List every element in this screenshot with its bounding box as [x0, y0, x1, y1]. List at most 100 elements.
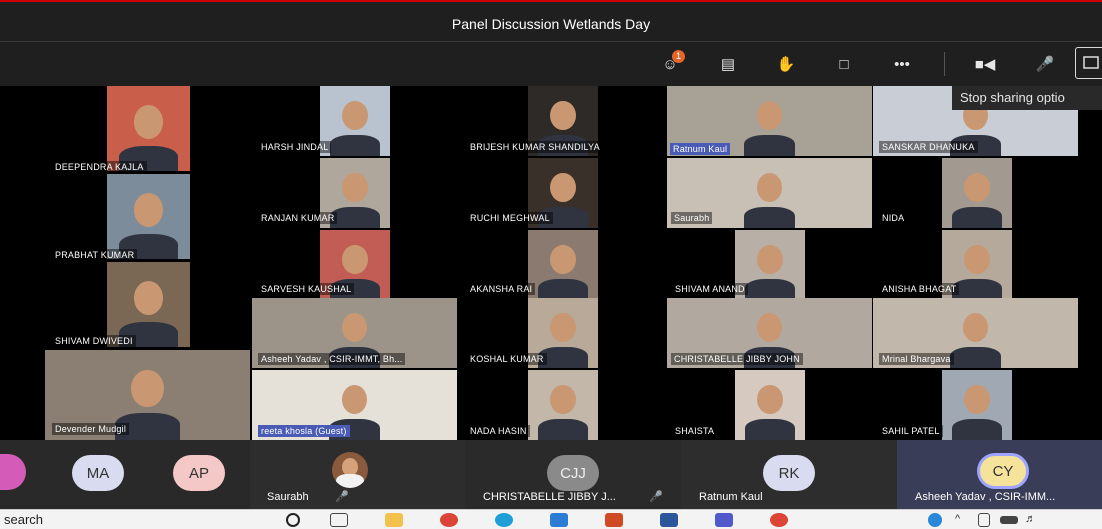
- participant-video[interactable]: [528, 230, 598, 300]
- participants-badge: 1: [672, 50, 685, 63]
- participant-name-tag: NIDA: [879, 212, 908, 224]
- participant-name-tag: RUCHI MEGHWAL: [467, 212, 553, 224]
- chrome-icon[interactable]: [440, 513, 458, 527]
- rooms-button[interactable]: □: [829, 50, 859, 78]
- avatar-ma[interactable]: MA: [72, 455, 124, 491]
- taskbar-search[interactable]: search: [4, 512, 43, 527]
- video-stage: DEEPENDRA KAJLA HARSH JINDAL BRIJESH KUMAR…: [0, 86, 1102, 440]
- mic-button[interactable]: 🎤: [1030, 50, 1060, 78]
- strip-name: Ratnum Kaul: [699, 491, 763, 503]
- participant-face: [341, 313, 368, 343]
- participant-name-tag: Saurabh: [671, 212, 713, 224]
- chrome-profile-icon[interactable]: [770, 513, 788, 527]
- participant-name-tag: SANSKAR DHANUKA: [879, 141, 978, 153]
- help-icon[interactable]: [928, 513, 942, 527]
- participant-strip: MA AP Saurabh 🎤 CJJ CHRISTABELLE JIBBY J…: [0, 440, 1102, 509]
- participants-button[interactable]: ☺ 1: [655, 50, 685, 78]
- participant-face: [550, 313, 576, 343]
- avatar-partial[interactable]: [0, 454, 26, 490]
- participant-video[interactable]: [528, 370, 598, 440]
- camera-button[interactable]: ■◀: [970, 50, 1000, 78]
- avatar-ap[interactable]: AP: [173, 455, 225, 491]
- raise-hand-button[interactable]: ✋: [771, 50, 801, 78]
- file-explorer-icon[interactable]: [385, 513, 403, 527]
- strip-name: CHRISTABELLE JIBBY J...: [483, 491, 616, 503]
- participant-name-tag: HARSH JINDAL: [258, 141, 332, 153]
- meeting-title: Panel Discussion Wetlands Day: [451, 16, 651, 32]
- participant-face: [964, 173, 990, 203]
- participant-video[interactable]: [942, 370, 1012, 440]
- avatar-cjj: CJJ: [547, 455, 599, 491]
- powerpoint-icon[interactable]: [605, 513, 623, 527]
- participant-video[interactable]: [107, 174, 190, 259]
- battery-icon[interactable]: [1000, 516, 1018, 524]
- participant-face: [756, 101, 783, 131]
- participant-face: [550, 173, 576, 203]
- rooms-icon: □: [839, 55, 849, 73]
- participant-name-tag: SARVESH KAUSHAL: [258, 283, 355, 295]
- participant-name-tag: KOSHAL KUMAR: [467, 353, 547, 365]
- participant-name-tag: NADA HASIN: [467, 425, 530, 437]
- participant-face: [342, 101, 368, 131]
- participant-body: [744, 279, 796, 300]
- participant-name-tag: BRIJESH KUMAR SHANDILYA: [467, 141, 603, 153]
- network-icon[interactable]: [978, 513, 990, 527]
- participant-body: [329, 135, 381, 156]
- participant-face: [962, 313, 989, 343]
- participant-body: [744, 419, 796, 440]
- strip-cell-ratnum[interactable]: RK Ratnum Kaul: [681, 440, 897, 509]
- avatar-photo: [332, 452, 368, 488]
- camera-icon: ■◀: [974, 56, 996, 73]
- strip-cell-christabelle[interactable]: CJJ CHRISTABELLE JIBBY J... 🎤: [465, 440, 681, 509]
- strip-name: Asheeh Yadav , CSIR-IMM...: [915, 491, 1056, 503]
- participant-name-tag: AKANSHA RAI: [467, 283, 536, 295]
- mic-off-icon: 🎤: [649, 491, 663, 503]
- participant-name-tag: Asheeh Yadav , CSIR-IMMT, Bh...: [258, 353, 406, 365]
- teams-icon[interactable]: [715, 513, 733, 527]
- participant-face: [550, 101, 576, 131]
- participant-face: [133, 104, 164, 140]
- chat-button[interactable]: ▤: [713, 50, 743, 78]
- share-screen-icon: [1083, 56, 1099, 69]
- participant-video[interactable]: [735, 370, 805, 440]
- participant-name-tag: SHIVAM DWIVEDI: [52, 335, 136, 347]
- participant-name-tag: Ratnum Kaul: [670, 143, 731, 155]
- participant-name-tag: RANJAN KUMAR: [258, 212, 338, 224]
- chevron-up-icon[interactable]: ^: [955, 513, 973, 527]
- participant-face: [964, 245, 990, 275]
- cortana-icon[interactable]: [286, 513, 300, 527]
- mic-icon: 🎤: [1035, 56, 1055, 73]
- participant-video[interactable]: [942, 158, 1012, 228]
- participant-face: [131, 369, 164, 408]
- calendar-icon[interactable]: [550, 513, 568, 527]
- title-bar: Panel Discussion Wetlands Day: [0, 0, 1102, 42]
- strip-cell-saurabh[interactable]: Saurabh 🎤: [250, 440, 465, 509]
- participant-name-tag: PRABHAT KUMAR: [52, 249, 138, 261]
- participant-name-tag: SHAISTA: [672, 425, 718, 437]
- avatar-cy: CY: [977, 453, 1029, 489]
- participant-face: [757, 385, 783, 415]
- participant-body: [744, 207, 795, 228]
- meeting-toolbar: ☺ 1 ▤ ✋ □ ••• ■◀ 🎤: [0, 42, 1102, 86]
- participant-face: [550, 245, 576, 275]
- more-actions-button[interactable]: •••: [887, 50, 917, 78]
- participant-name-tag: Mrinal Bhargava: [879, 353, 954, 365]
- participant-face: [964, 385, 990, 415]
- hand-icon: ✋: [776, 56, 796, 73]
- task-view-icon[interactable]: [330, 513, 348, 527]
- strip-cell-asheeh[interactable]: CY Asheeh Yadav , CSIR-IMM...: [897, 440, 1102, 509]
- edge-icon[interactable]: [495, 513, 513, 527]
- toolbar-divider: [944, 52, 945, 76]
- stop-sharing-button[interactable]: [1075, 47, 1102, 79]
- word-icon[interactable]: [660, 513, 678, 527]
- participant-name-tag: CHRISTABELLE JIBBY JOHN: [671, 353, 803, 365]
- participant-name-tag: SHIVAM ANAND: [672, 283, 748, 295]
- ellipsis-icon: •••: [894, 55, 910, 73]
- avatar-rk: RK: [763, 455, 815, 491]
- participant-face: [757, 245, 783, 275]
- stop-sharing-tooltip: Stop sharing optio: [952, 86, 1102, 110]
- participant-face: [133, 280, 164, 316]
- volume-icon[interactable]: ♬: [1025, 513, 1043, 527]
- participant-video[interactable]: [107, 86, 190, 171]
- teams-meeting-window: Panel Discussion Wetlands Day ☺ 1 ▤ ✋ □ …: [0, 0, 1102, 529]
